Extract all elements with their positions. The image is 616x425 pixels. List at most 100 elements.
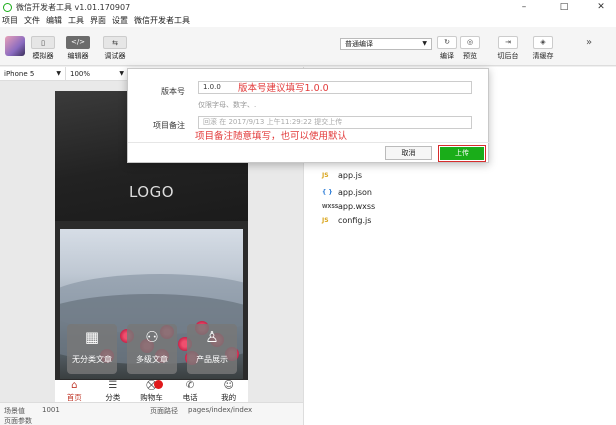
toolbar: ▯ 模拟器 </> 编辑器 ⇆ 调试器 — [0, 27, 616, 66]
js-file-icon: JS — [322, 217, 329, 224]
zoom-value: 100% — [70, 69, 91, 78]
category-label: 多级文章 — [136, 355, 168, 364]
file-item[interactable]: JS config.js — [322, 216, 371, 225]
tab-label: 购物车 — [140, 393, 163, 402]
menu-tools[interactable]: 工具 — [68, 15, 84, 26]
switch-background-button[interactable]: ⇥ 切后台 — [495, 36, 521, 61]
maximize-button[interactable]: □ — [551, 0, 577, 14]
wechat-devtools-logo-icon — [3, 2, 12, 12]
json-file-icon: { } — [322, 189, 333, 196]
debugger-toggle-button[interactable]: ⇆ 调试器 — [102, 36, 128, 61]
menu-edit[interactable]: 编辑 — [46, 15, 62, 26]
tab-home[interactable]: ⌂ 首页 — [55, 380, 94, 402]
title-bar: 微信开发者工具 v1.01.170907 – □ ✕ — [0, 0, 616, 14]
tab-phone[interactable]: ✆ 电话 — [171, 380, 210, 402]
simulator-status-bar: 场景值 1001 页面路径 pages/index/index 页面参数 — [0, 402, 303, 425]
version-value: 1.0.0 — [203, 83, 221, 91]
category-label: 无分类文章 — [72, 355, 112, 364]
home-icon: ⌂ — [71, 380, 78, 391]
scene-label: 场景值 — [4, 407, 25, 415]
preview-label: 预览 — [463, 52, 477, 60]
file-item[interactable]: JS app.js — [322, 171, 362, 180]
scene-value: 1001 — [42, 406, 60, 414]
editor-label: 编辑器 — [67, 52, 89, 60]
code-icon: </> — [66, 36, 90, 49]
file-item[interactable]: WXSS app.wxss — [322, 202, 375, 211]
switch-background-label: 切后台 — [497, 52, 519, 60]
user-icon: ☺ — [223, 380, 234, 391]
category-multilevel-articles[interactable]: ⚇ 多级文章 — [127, 324, 177, 374]
annotation-note-hint: 项目备注随意填写，也可以使用默认 — [195, 131, 348, 142]
page-path-label: 页面路径 — [150, 407, 178, 415]
upload-button-highlight: 上传 — [438, 145, 486, 162]
person-icon: ♙ — [205, 328, 219, 346]
dialog-divider — [128, 142, 490, 143]
tab-category[interactable]: ☰ 分类 — [94, 380, 133, 402]
eye-icon: ◎ — [460, 36, 480, 49]
upload-button[interactable]: 上传 — [440, 147, 484, 160]
editor-toggle-button[interactable]: </> 编辑器 — [65, 36, 91, 61]
compile-mode-value: 普通编译 — [345, 40, 373, 48]
window-title: 微信开发者工具 v1.01.170907 — [16, 2, 131, 12]
menu-project[interactable]: 项目 — [2, 15, 18, 26]
collapse-toolbar-icon[interactable]: » — [586, 37, 592, 48]
device-select[interactable]: iPhone 5 ▼ — [0, 66, 66, 81]
tab-mine[interactable]: ☺ 我的 — [209, 380, 248, 402]
debugger-label: 调试器 — [104, 52, 126, 60]
file-name: config.js — [338, 216, 372, 225]
device-name: iPhone 5 — [4, 69, 35, 78]
file-item[interactable]: { } app.json — [322, 188, 372, 197]
version-hint: 仅限字母、数字、. — [198, 101, 257, 109]
page-params-label: 页面参数 — [4, 417, 32, 425]
dropdown-caret-icon: ▼ — [119, 69, 124, 77]
clear-cache-button[interactable]: ◈ 清缓存 — [530, 36, 556, 61]
project-note-placeholder: 回滚 在 2017/9/13 上午11:29:22 提交上传 — [203, 118, 343, 126]
phone-icon: ▯ — [31, 36, 55, 49]
simulator-toggle-button[interactable]: ▯ 模拟器 — [30, 36, 56, 61]
menu-file[interactable]: 文件 — [24, 15, 40, 26]
file-name: app.js — [338, 171, 362, 180]
simulator-label: 模拟器 — [32, 52, 54, 60]
cart-icon: ⛒ — [146, 380, 157, 391]
dropdown-caret-icon: ▼ — [422, 40, 427, 47]
clear-cache-label: 清缓存 — [532, 52, 554, 60]
debug-icon: ⇆ — [103, 36, 127, 49]
category-uncategorized-articles[interactable]: ▦ 无分类文章 — [67, 324, 117, 374]
cancel-button[interactable]: 取消 — [385, 146, 432, 160]
file-name: app.json — [338, 188, 372, 197]
close-button[interactable]: ✕ — [588, 0, 614, 14]
switch-icon: ⇥ — [498, 36, 518, 49]
dropdown-caret-icon: ▼ — [56, 69, 61, 77]
users-icon: ⚇ — [145, 328, 159, 346]
list-icon: ☰ — [108, 380, 118, 391]
page-path-value: pages/index/index — [188, 406, 253, 414]
tab-bar: ⌂ 首页 ☰ 分类 ⛒ 购物车 ✆ 电话 ☺ 我的 — [55, 380, 248, 402]
wxss-file-icon: WXSS — [322, 203, 339, 210]
tab-label: 首页 — [66, 393, 82, 402]
logo-text: LOGO — [128, 183, 175, 201]
project-note-label: 项目备注 — [153, 121, 185, 130]
phone-call-icon: ✆ — [185, 380, 195, 391]
zoom-select[interactable]: 100% ▼ — [66, 67, 128, 81]
menu-bar: 项目 文件 编辑 工具 界面 设置 微信开发者工具 — [0, 14, 616, 27]
preview-button[interactable]: ◎ 预览 — [457, 36, 483, 61]
user-avatar[interactable] — [5, 36, 25, 56]
menu-view[interactable]: 界面 — [90, 15, 106, 26]
tab-cart[interactable]: ⛒ 购物车 — [132, 380, 171, 402]
category-label: 产品展示 — [196, 355, 228, 364]
tab-label: 我的 — [221, 393, 237, 402]
grid-icon: ▦ — [84, 328, 100, 346]
minimize-button[interactable]: – — [511, 0, 537, 14]
menu-devtools[interactable]: 微信开发者工具 — [134, 15, 190, 26]
tab-label: 电话 — [182, 393, 198, 402]
annotation-version-hint: 版本号建议填写1.0.0 — [238, 83, 329, 94]
version-label: 版本号 — [161, 87, 185, 96]
compile-mode-select[interactable]: 普通编译 ▼ — [340, 38, 432, 50]
js-file-icon: JS — [322, 172, 329, 179]
file-name: app.wxss — [338, 202, 376, 211]
category-row: ▦ 无分类文章 ⚇ 多级文章 ♙ 产品展示 — [67, 324, 237, 374]
layers-icon: ◈ — [533, 36, 553, 49]
category-product-showcase[interactable]: ♙ 产品展示 — [187, 324, 237, 374]
tab-label: 分类 — [105, 393, 121, 402]
menu-settings[interactable]: 设置 — [112, 15, 128, 26]
